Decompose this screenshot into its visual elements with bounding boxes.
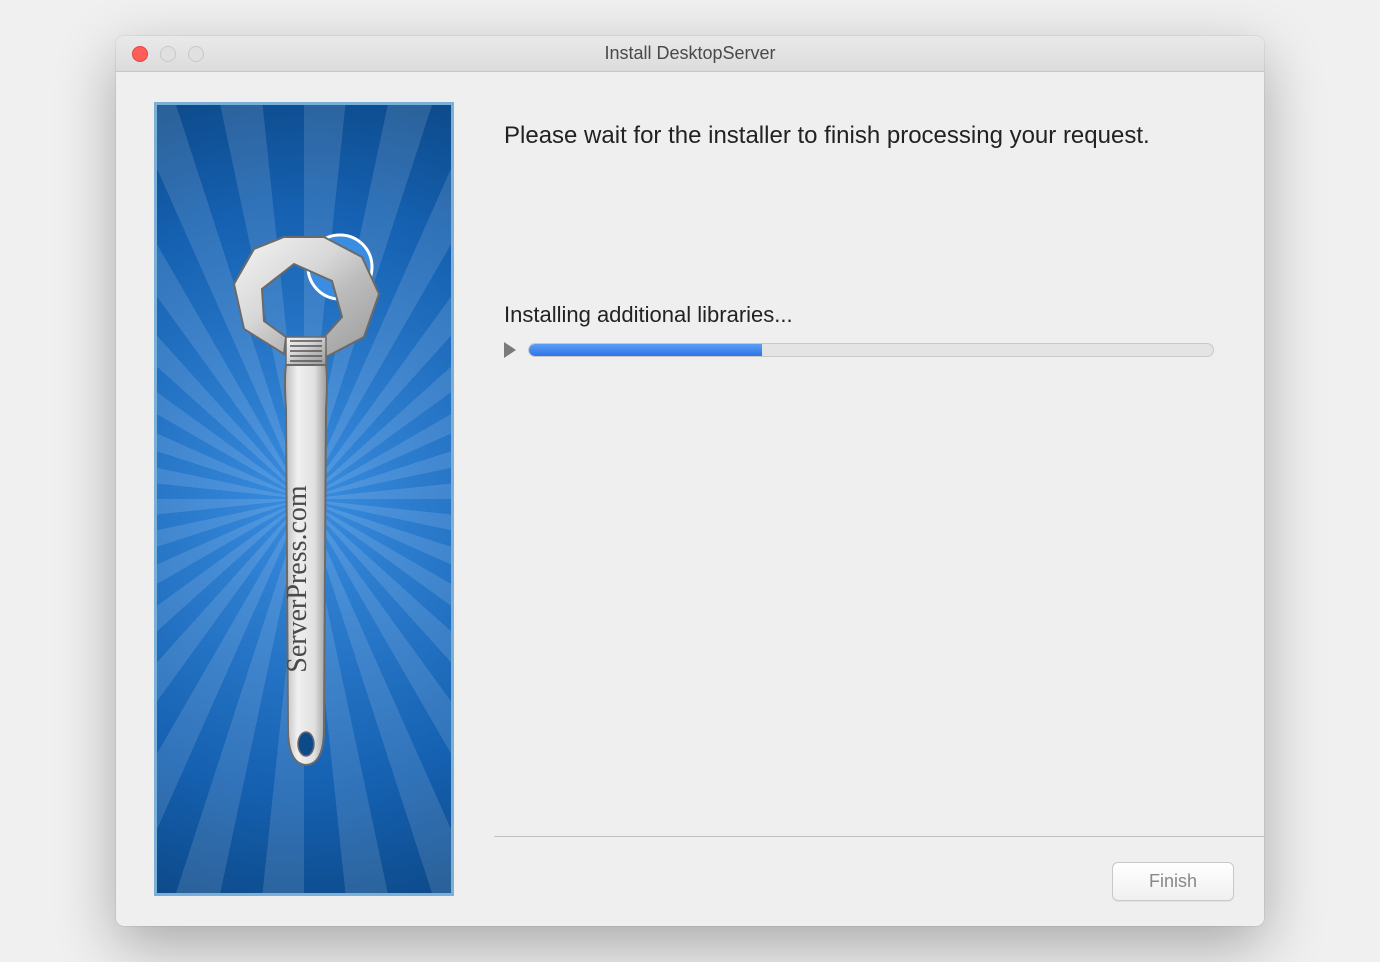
brand-text: ServerPress.com bbox=[282, 485, 313, 673]
progress-bar bbox=[528, 343, 1214, 357]
instruction-text: Please wait for the installer to finish … bbox=[504, 120, 1214, 152]
progress-bar-fill bbox=[529, 344, 762, 356]
sidebar-branding-image: S bbox=[154, 102, 454, 896]
wrench-head-icon bbox=[234, 237, 379, 365]
window-title: Install DesktopServer bbox=[116, 43, 1264, 64]
footer-bar: Finish bbox=[494, 836, 1264, 926]
progress-status-text: Installing additional libraries... bbox=[504, 302, 1214, 328]
titlebar: Install DesktopServer bbox=[116, 36, 1264, 72]
wrench-icon: S bbox=[157, 105, 451, 893]
minimize-window-button[interactable] bbox=[160, 46, 176, 62]
close-window-button[interactable] bbox=[132, 46, 148, 62]
traffic-lights bbox=[116, 46, 204, 62]
finish-button[interactable]: Finish bbox=[1112, 862, 1234, 901]
main-panel: Please wait for the installer to finish … bbox=[484, 72, 1264, 926]
disclosure-triangle-icon[interactable] bbox=[504, 342, 516, 358]
installer-window: Install DesktopServer S bbox=[116, 36, 1264, 926]
wrench-handle-icon: ServerPress.com bbox=[282, 365, 327, 765]
content-area: S bbox=[116, 72, 1264, 926]
progress-row bbox=[504, 342, 1214, 358]
maximize-window-button[interactable] bbox=[188, 46, 204, 62]
